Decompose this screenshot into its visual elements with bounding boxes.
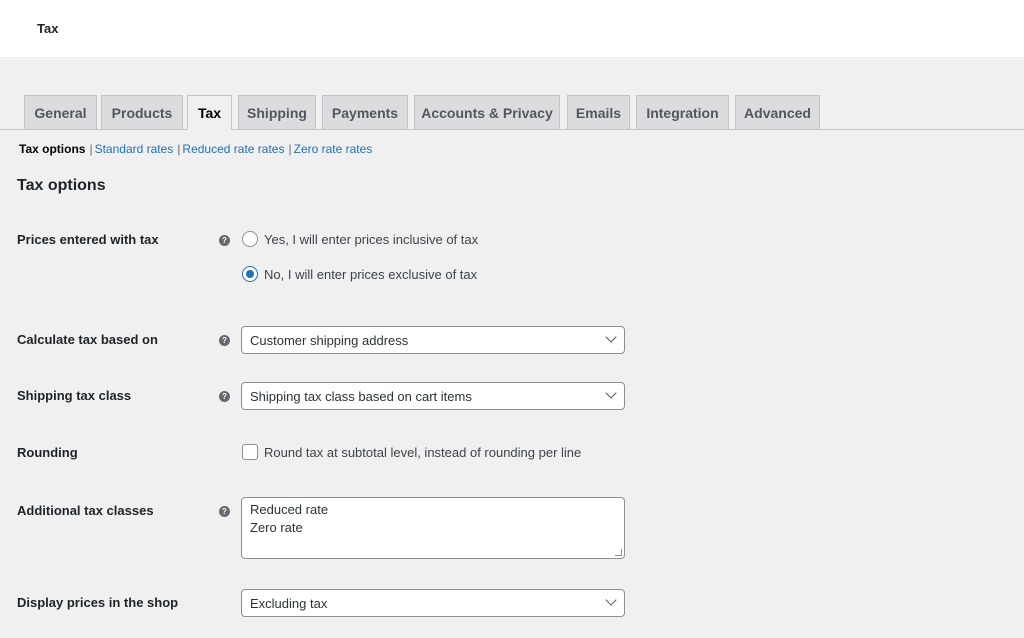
- section-title: Tax options: [17, 177, 106, 194]
- subnav-current: Tax options: [19, 142, 86, 156]
- radio-prices-inclusive[interactable]: Yes, I will enter prices inclusive of ta…: [242, 231, 478, 247]
- help-icon[interactable]: ?: [219, 391, 230, 402]
- additional-tax-classes-label: Additional tax classes: [17, 503, 154, 518]
- help-icon[interactable]: ?: [219, 335, 230, 346]
- checkbox-label: Round tax at subtotal level, instead of …: [264, 444, 582, 460]
- subnav-reduced-rate-rates[interactable]: Reduced rate rates: [182, 142, 284, 156]
- textarea-line: Reduced rate: [250, 502, 329, 517]
- subnav-standard-rates[interactable]: Standard rates: [95, 142, 174, 156]
- shipping-tax-class-label: Shipping tax class: [17, 388, 132, 403]
- resize-grip-icon[interactable]: [615, 549, 622, 556]
- help-icon[interactable]: ?: [219, 235, 230, 246]
- calculate-based-on-select[interactable]: Customer shipping address: [241, 326, 625, 354]
- rounding-label: Rounding: [17, 445, 78, 460]
- chevron-down-icon: [605, 594, 617, 606]
- tab-general[interactable]: General: [24, 95, 97, 129]
- subnav-separator: |: [89, 142, 93, 156]
- rounding-checkbox[interactable]: [242, 444, 258, 460]
- radio-label: Yes, I will enter prices inclusive of ta…: [264, 231, 479, 247]
- chevron-down-icon: [605, 331, 617, 343]
- tab-tax[interactable]: Tax: [187, 95, 232, 130]
- tab-shipping[interactable]: Shipping: [238, 95, 316, 129]
- textarea-line: Zero rate: [250, 520, 303, 535]
- tab-payments[interactable]: Payments: [322, 95, 408, 129]
- tab-advanced[interactable]: Advanced: [735, 95, 820, 129]
- select-value: Shipping tax class based on cart items: [250, 388, 472, 404]
- chevron-down-icon: [605, 387, 617, 399]
- prices-entered-label: Prices entered with tax: [17, 232, 159, 247]
- select-value: Customer shipping address: [250, 332, 409, 348]
- radio-prices-exclusive[interactable]: No, I will enter prices exclusive of tax: [242, 266, 477, 282]
- display-prices-shop-label: Display prices in the shop: [17, 595, 179, 610]
- settings-tabs: General Products Tax Shipping Payments A…: [0, 95, 1024, 130]
- subnav-separator: |: [177, 142, 181, 156]
- additional-tax-classes-textarea[interactable]: Reduced rate Zero rate: [241, 497, 625, 559]
- select-value: Excluding tax: [250, 595, 328, 611]
- tab-integration[interactable]: Integration: [636, 95, 729, 129]
- tab-products[interactable]: Products: [101, 95, 183, 129]
- radio-button[interactable]: [242, 231, 258, 247]
- rounding-checkbox-row[interactable]: Round tax at subtotal level, instead of …: [242, 444, 581, 460]
- page-title: Tax: [37, 21, 59, 36]
- tab-emails[interactable]: Emails: [567, 95, 630, 129]
- display-prices-shop-select[interactable]: Excluding tax: [241, 589, 625, 617]
- top-bar: Tax: [0, 0, 1024, 57]
- subnav-separator: |: [288, 142, 292, 156]
- help-icon[interactable]: ?: [219, 506, 230, 517]
- tax-subnav: Tax options | Standard rates | Reduced rate …: [19, 142, 372, 156]
- radio-label: No, I will enter prices exclusive of tax: [264, 266, 478, 282]
- shipping-tax-class-select[interactable]: Shipping tax class based on cart items: [241, 382, 625, 410]
- radio-button-checked[interactable]: [242, 266, 258, 282]
- calculate-based-on-label: Calculate tax based on: [17, 332, 158, 347]
- subnav-zero-rate-rates[interactable]: Zero rate rates: [294, 142, 373, 156]
- tab-accounts-privacy[interactable]: Accounts & Privacy: [414, 95, 560, 129]
